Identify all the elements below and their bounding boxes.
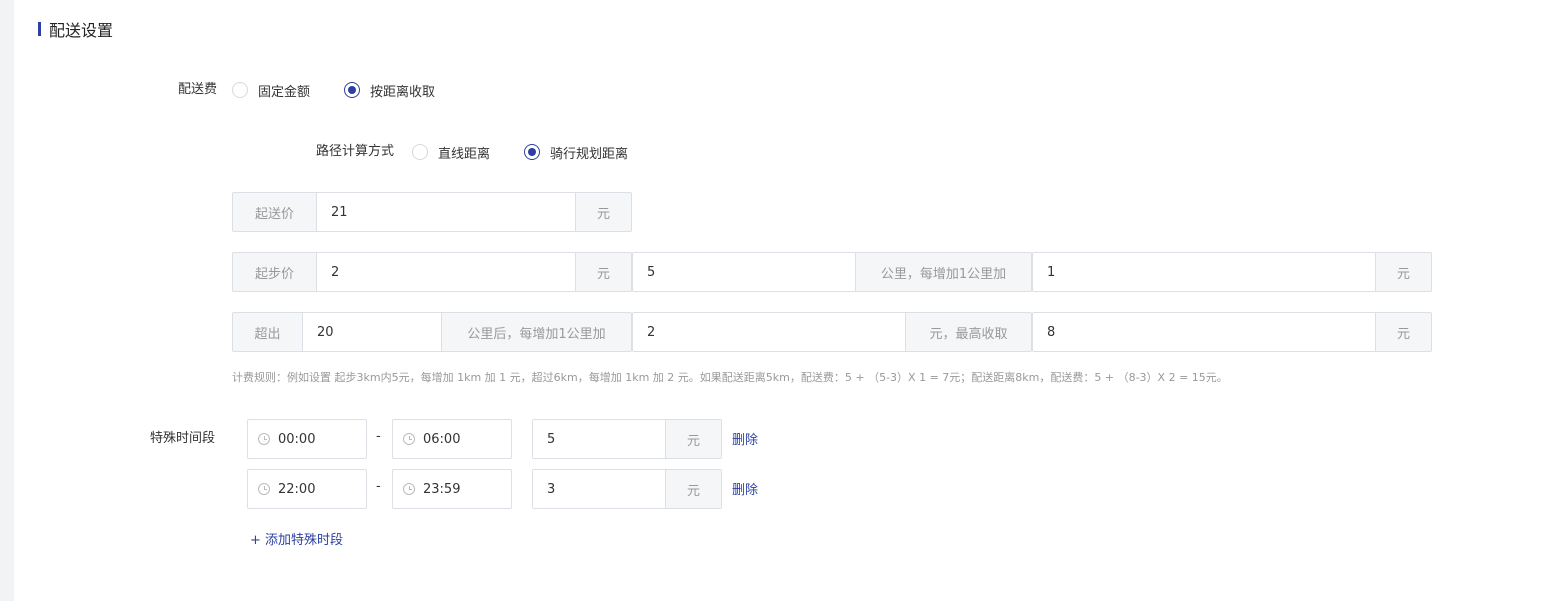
exceed-prefix: 超出 — [233, 313, 303, 351]
min-order-prefix: 起送价 — [233, 193, 317, 231]
start-price-prefix: 起步价 — [233, 253, 317, 291]
radio-label: 按距离收取 — [370, 84, 436, 100]
min-order-group: 起送价 21 元 — [232, 192, 632, 232]
delivery-settings-panel: 配送设置 配送费 固定金额 按距离收取 路径计算方式 直线距离 骑行规划距离 起… — [14, 0, 1567, 601]
title-accent-bar — [38, 22, 41, 36]
time-separator: - — [376, 429, 381, 444]
exceed-add-suffix: 元，最高收取 — [905, 313, 1031, 351]
add-special-period-button[interactable]: + 添加特殊时段 — [250, 529, 343, 548]
exceed-max-suffix: 元 — [1375, 313, 1431, 351]
clock-icon — [258, 433, 270, 445]
delete-link[interactable]: 删除 — [732, 429, 758, 448]
start-time-value: 22:00 — [278, 481, 316, 497]
radio-cycling-distance[interactable] — [524, 144, 540, 160]
exceed-max-group: 8 元 — [1032, 312, 1432, 352]
special-price-unit: 元 — [665, 470, 721, 508]
start-km-group: 5 公里，每增加1公里加 — [632, 252, 1032, 292]
start-km-input[interactable]: 5 — [633, 253, 855, 291]
start-add-suffix: 元 — [1375, 253, 1431, 291]
delete-link[interactable]: 删除 — [732, 479, 758, 498]
end-time-value: 23:59 — [423, 481, 461, 497]
exceed-max-input[interactable]: 8 — [1033, 313, 1375, 351]
section-title-text: 配送设置 — [49, 21, 114, 40]
start-price-group: 起步价 2 元 — [232, 252, 632, 292]
exceed-add-group: 2 元，最高收取 — [632, 312, 1032, 352]
route-option-straight[interactable]: 直线距离 — [412, 142, 490, 162]
special-price-input[interactable]: 5 — [533, 420, 665, 458]
start-add-input[interactable]: 1 — [1033, 253, 1375, 291]
exceed-km-input[interactable]: 20 — [303, 313, 441, 351]
special-time-label: 特殊时间段 — [150, 431, 216, 446]
fee-option-distance[interactable]: 按距离收取 — [344, 80, 435, 100]
start-price-input[interactable]: 2 — [317, 253, 575, 291]
min-order-suffix: 元 — [575, 193, 631, 231]
clock-icon — [403, 483, 415, 495]
start-time-value: 00:00 — [278, 431, 316, 447]
exceed-add-input[interactable]: 2 — [633, 313, 905, 351]
clock-icon — [258, 483, 270, 495]
end-time-value: 06:00 — [423, 431, 461, 447]
radio-label: 直线距离 — [438, 146, 491, 162]
min-order-input[interactable]: 21 — [317, 193, 575, 231]
special-start-time-2[interactable]: 22:00 — [247, 469, 367, 509]
radio-straight-distance[interactable] — [412, 144, 428, 160]
fee-label: 配送费 — [178, 82, 218, 97]
route-label: 路径计算方式 — [316, 144, 395, 159]
special-price-input[interactable]: 3 — [533, 470, 665, 508]
clock-icon — [403, 433, 415, 445]
special-price-unit: 元 — [665, 420, 721, 458]
section-title: 配送设置 — [38, 19, 114, 40]
special-end-time-2[interactable]: 23:59 — [392, 469, 512, 509]
radio-label: 骑行规划距离 — [550, 146, 629, 162]
time-separator: - — [376, 479, 381, 494]
special-end-time-1[interactable]: 06:00 — [392, 419, 512, 459]
start-add-group: 1 元 — [1032, 252, 1432, 292]
special-start-time-1[interactable]: 00:00 — [247, 419, 367, 459]
special-price-group-1: 5 元 — [532, 419, 722, 459]
radio-label: 固定金额 — [258, 84, 311, 100]
start-price-suffix: 元 — [575, 253, 631, 291]
special-price-group-2: 3 元 — [532, 469, 722, 509]
start-km-suffix: 公里，每增加1公里加 — [855, 253, 1031, 291]
fee-rule-hint: 计费规则：例如设置 起步3km内5元，每增加 1km 加 1 元，超过6km，每… — [232, 371, 1228, 384]
route-option-cycling[interactable]: 骑行规划距离 — [524, 142, 628, 162]
exceed-km-suffix: 公里后，每增加1公里加 — [441, 313, 631, 351]
radio-fixed-amount[interactable] — [232, 82, 248, 98]
fee-option-fixed[interactable]: 固定金额 — [232, 80, 310, 100]
radio-by-distance[interactable] — [344, 82, 360, 98]
exceed-group: 超出 20 公里后，每增加1公里加 — [232, 312, 632, 352]
